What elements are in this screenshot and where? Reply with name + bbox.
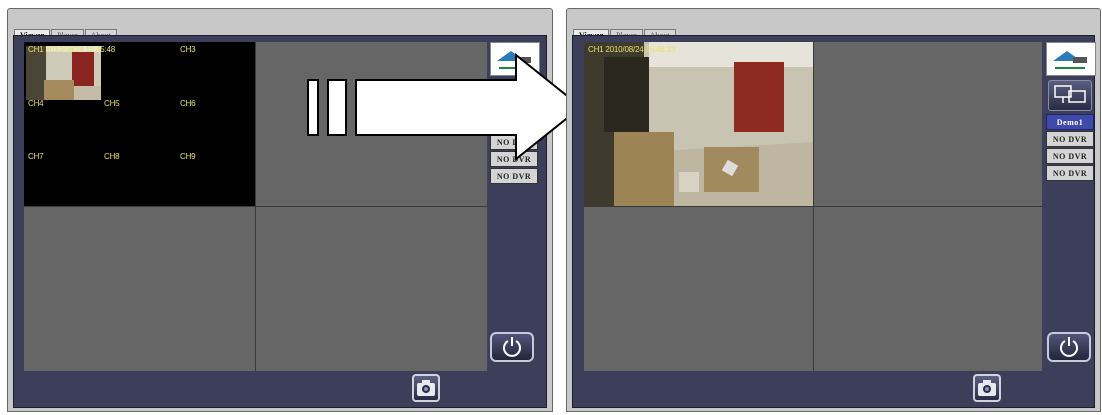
viewer-window-after: ViewerPlayerAbout CH1 2010/08/24 15:46:3…	[566, 8, 1101, 412]
tab-bar: ViewerPlayerAbout	[573, 23, 677, 41]
dvr-button-demo1[interactable]: Demo1	[1046, 114, 1094, 130]
power-button[interactable]	[490, 332, 534, 362]
video-cell-2[interactable]	[813, 42, 1042, 206]
camera-icon	[978, 380, 996, 396]
power-icon	[1060, 337, 1078, 357]
video-cell-3[interactable]	[24, 207, 255, 371]
channel-label-ch3: CH3	[180, 45, 196, 54]
house-camera-logo	[1046, 42, 1096, 76]
channel-label-ch6: CH6	[180, 99, 196, 108]
dvr-button-3[interactable]: NO DVR	[490, 168, 538, 184]
channel-label-ch5: CH5	[104, 99, 120, 108]
network-monitors-icon	[1054, 85, 1086, 103]
channel-label-ch9: CH9	[180, 152, 196, 161]
viewer-panel: CH1 2010/08/24 15:46:33 Demo1 NO DVR NO …	[572, 35, 1097, 408]
channel-label-ch1: CH1 2010/08/24 15:45:48	[28, 45, 116, 54]
tab-bar: ViewerPlayerAbout	[14, 23, 118, 41]
video-grid: CH1 2010/08/24 15:46:33	[584, 42, 1042, 371]
dvr-button-4[interactable]: NO DVR	[1046, 165, 1094, 181]
snapshot-button[interactable]	[973, 374, 1001, 402]
channel-label-ch7: CH7	[28, 152, 44, 161]
power-icon	[503, 337, 521, 357]
ch1-camera-feed	[584, 42, 813, 206]
channel-label-ch1: CH1 2010/08/24 15:46:33	[588, 45, 676, 54]
camera-icon	[417, 380, 435, 396]
dvr-button-2[interactable]: NO DVR	[1046, 131, 1094, 147]
dvr-sidebar: Demo1 NO DVR NO DVR NO DVR	[1045, 42, 1097, 182]
video-cell-4[interactable]	[256, 207, 487, 371]
multi-channel-view[interactable]: CH1 2010/08/24 15:45:48 CH3 CH4 CH5 CH6 …	[24, 42, 255, 206]
power-button[interactable]	[1047, 332, 1091, 362]
network-button[interactable]	[1048, 80, 1092, 111]
video-cell-3[interactable]	[584, 207, 813, 371]
video-cell-1[interactable]: CH1 2010/08/24 15:46:33	[584, 42, 813, 206]
channel-label-ch4: CH4	[28, 99, 44, 108]
video-cell-4[interactable]	[813, 207, 1042, 371]
dvr-button-3[interactable]: NO DVR	[1046, 148, 1094, 164]
big-right-arrow-icon	[307, 53, 583, 162]
channel-label-ch8: CH8	[104, 152, 120, 161]
snapshot-button[interactable]	[412, 374, 440, 402]
ch1-thumbnail[interactable]	[26, 46, 101, 100]
